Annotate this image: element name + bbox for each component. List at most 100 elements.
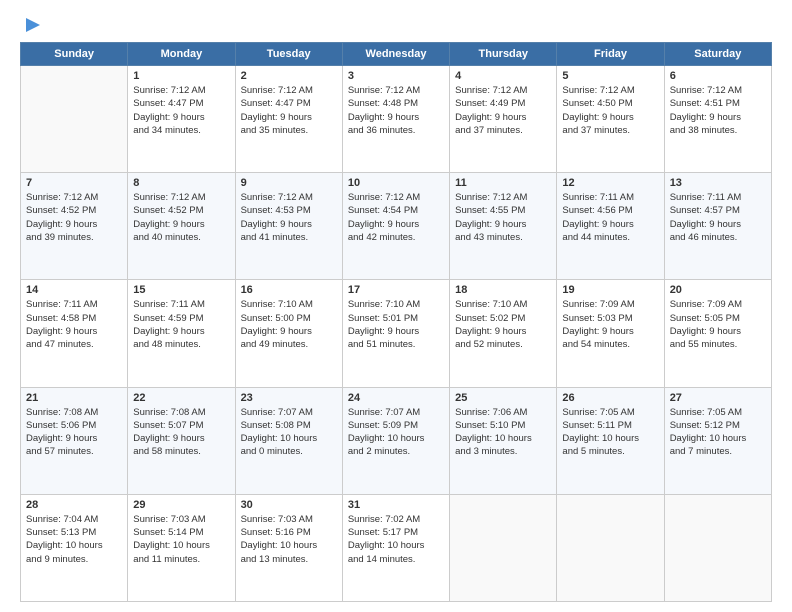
calendar-cell: 5Sunrise: 7:12 AMSunset: 4:50 PMDaylight… [557,66,664,173]
calendar-cell: 26 Sunrise: 7:05 AMSunset: 5:11 PMDayligh… [557,387,664,494]
day-number: 31 [348,499,444,511]
day-number: 11 [455,177,551,189]
calendar-cell [450,494,557,601]
calendar-cell: 24Sunrise: 7:07 AMSunset: 5:09 PMDayligh… [342,387,449,494]
day-info: Sunrise: 7:12 AMSunset: 4:48 PMDaylight:… [348,84,444,137]
day-number: 2 [241,70,337,82]
logo-icon [24,16,42,34]
day-number: 24 [348,392,444,404]
day-info: Sunrise: 7:03 AMSunset: 5:16 PMDaylight:… [241,513,337,566]
calendar-table: SundayMondayTuesdayWednesdayThursdayFrid… [20,42,772,602]
day-number: 30 [241,499,337,511]
day-number: 7 [26,177,122,189]
day-number: 1 [133,70,229,82]
calendar-cell: 18 Sunrise: 7:10 AMSunset: 5:02 PMDayligh… [450,280,557,387]
calendar-cell: 8Sunrise: 7:12 AMSunset: 4:52 PMDaylight… [128,173,235,280]
day-number: 12 [562,177,658,189]
weekday-header: Friday [557,43,664,66]
day-number: 29 [133,499,229,511]
weekday-header: Saturday [664,43,771,66]
day-number: 16 [241,284,337,296]
day-number: 4 [455,70,551,82]
day-info: Sunrise: 7:07 AMSunset: 5:08 PMDaylight:… [241,406,337,459]
day-info: Sunrise: 7:11 AMSunset: 4:57 PMDaylight:… [670,191,766,244]
day-number: 3 [348,70,444,82]
calendar-cell [21,66,128,173]
day-info: Sunrise: 7:09 AMSunset: 5:05 PMDaylight:… [670,298,766,351]
weekday-header: Wednesday [342,43,449,66]
day-info: Sunrise: 7:12 AMSunset: 4:52 PMDaylight:… [26,191,122,244]
calendar-week-row: 21 Sunrise: 7:08 AMSunset: 5:06 PMDayligh… [21,387,772,494]
day-info: Sunrise: 7:10 AMSunset: 5:01 PMDaylight:… [348,298,444,351]
day-info: Sunrise: 7:05 AMSunset: 5:12 PMDaylight:… [670,406,766,459]
day-info: Sunrise: 7:12 AMSunset: 4:47 PMDaylight:… [133,84,229,137]
day-info: Sunrise: 7:06 AMSunset: 5:10 PMDaylight:… [455,406,551,459]
day-info: Sunrise: 7:11 AMSunset: 4:56 PMDaylight:… [562,191,658,244]
calendar-cell: 1 Sunrise: 7:12 AMSunset: 4:47 PMDaylight… [128,66,235,173]
calendar-cell: 27 Sunrise: 7:05 AMSunset: 5:12 PMDayligh… [664,387,771,494]
day-info: Sunrise: 7:02 AMSunset: 5:17 PMDaylight:… [348,513,444,566]
day-info: Sunrise: 7:12 AMSunset: 4:54 PMDaylight:… [348,191,444,244]
calendar-cell: 15Sunrise: 7:11 AMSunset: 4:59 PMDayligh… [128,280,235,387]
day-number: 18 [455,284,551,296]
day-number: 10 [348,177,444,189]
calendar-cell: 4 Sunrise: 7:12 AMSunset: 4:49 PMDaylight… [450,66,557,173]
weekday-header: Thursday [450,43,557,66]
calendar-cell: 3 Sunrise: 7:12 AMSunset: 4:48 PMDaylight… [342,66,449,173]
day-info: Sunrise: 7:08 AMSunset: 5:07 PMDaylight:… [133,406,229,459]
calendar-cell: 29 Sunrise: 7:03 AMSunset: 5:14 PMDayligh… [128,494,235,601]
calendar-cell: 21 Sunrise: 7:08 AMSunset: 5:06 PMDayligh… [21,387,128,494]
day-number: 19 [562,284,658,296]
day-info: Sunrise: 7:12 AMSunset: 4:55 PMDaylight:… [455,191,551,244]
calendar-week-row: 7 Sunrise: 7:12 AMSunset: 4:52 PMDaylight… [21,173,772,280]
day-number: 21 [26,392,122,404]
calendar-week-row: 14Sunrise: 7:11 AMSunset: 4:58 PMDayligh… [21,280,772,387]
calendar-cell: 19 Sunrise: 7:09 AMSunset: 5:03 PMDayligh… [557,280,664,387]
calendar-cell: 17 Sunrise: 7:10 AMSunset: 5:01 PMDayligh… [342,280,449,387]
day-number: 8 [133,177,229,189]
calendar-cell: 9 Sunrise: 7:12 AMSunset: 4:53 PMDaylight… [235,173,342,280]
day-number: 9 [241,177,337,189]
day-number: 28 [26,499,122,511]
day-info: Sunrise: 7:10 AMSunset: 5:00 PMDaylight:… [241,298,337,351]
day-info: Sunrise: 7:03 AMSunset: 5:14 PMDaylight:… [133,513,229,566]
calendar-cell: 12 Sunrise: 7:11 AMSunset: 4:56 PMDayligh… [557,173,664,280]
calendar-cell: 13 Sunrise: 7:11 AMSunset: 4:57 PMDayligh… [664,173,771,280]
day-info: Sunrise: 7:12 AMSunset: 4:47 PMDaylight:… [241,84,337,137]
day-number: 5 [562,70,658,82]
day-number: 13 [670,177,766,189]
day-number: 20 [670,284,766,296]
day-info: Sunrise: 7:08 AMSunset: 5:06 PMDaylight:… [26,406,122,459]
day-info: Sunrise: 7:11 AMSunset: 4:58 PMDaylight:… [26,298,122,351]
day-info: Sunrise: 7:12 AMSunset: 4:51 PMDaylight:… [670,84,766,137]
day-info: Sunrise: 7:12 AMSunset: 4:53 PMDaylight:… [241,191,337,244]
calendar-cell: 20 Sunrise: 7:09 AMSunset: 5:05 PMDayligh… [664,280,771,387]
calendar-cell [557,494,664,601]
calendar-cell: 7 Sunrise: 7:12 AMSunset: 4:52 PMDaylight… [21,173,128,280]
day-number: 17 [348,284,444,296]
logo [20,16,42,34]
day-number: 25 [455,392,551,404]
day-number: 23 [241,392,337,404]
day-number: 26 [562,392,658,404]
calendar-cell: 11 Sunrise: 7:12 AMSunset: 4:55 PMDayligh… [450,173,557,280]
day-info: Sunrise: 7:09 AMSunset: 5:03 PMDaylight:… [562,298,658,351]
day-number: 6 [670,70,766,82]
page: SundayMondayTuesdayWednesdayThursdayFrid… [0,0,792,612]
calendar-cell: 25 Sunrise: 7:06 AMSunset: 5:10 PMDayligh… [450,387,557,494]
day-number: 27 [670,392,766,404]
header [20,16,772,34]
calendar-week-row: 28Sunrise: 7:04 AMSunset: 5:13 PMDayligh… [21,494,772,601]
day-number: 22 [133,392,229,404]
calendar-cell: 28Sunrise: 7:04 AMSunset: 5:13 PMDayligh… [21,494,128,601]
weekday-header: Monday [128,43,235,66]
weekday-header: Sunday [21,43,128,66]
day-info: Sunrise: 7:12 AMSunset: 4:49 PMDaylight:… [455,84,551,137]
calendar-cell: 31 Sunrise: 7:02 AMSunset: 5:17 PMDayligh… [342,494,449,601]
day-info: Sunrise: 7:05 AMSunset: 5:11 PMDaylight:… [562,406,658,459]
calendar-week-row: 1 Sunrise: 7:12 AMSunset: 4:47 PMDaylight… [21,66,772,173]
day-info: Sunrise: 7:10 AMSunset: 5:02 PMDaylight:… [455,298,551,351]
weekday-header: Tuesday [235,43,342,66]
calendar-cell: 6 Sunrise: 7:12 AMSunset: 4:51 PMDaylight… [664,66,771,173]
weekday-header-row: SundayMondayTuesdayWednesdayThursdayFrid… [21,43,772,66]
